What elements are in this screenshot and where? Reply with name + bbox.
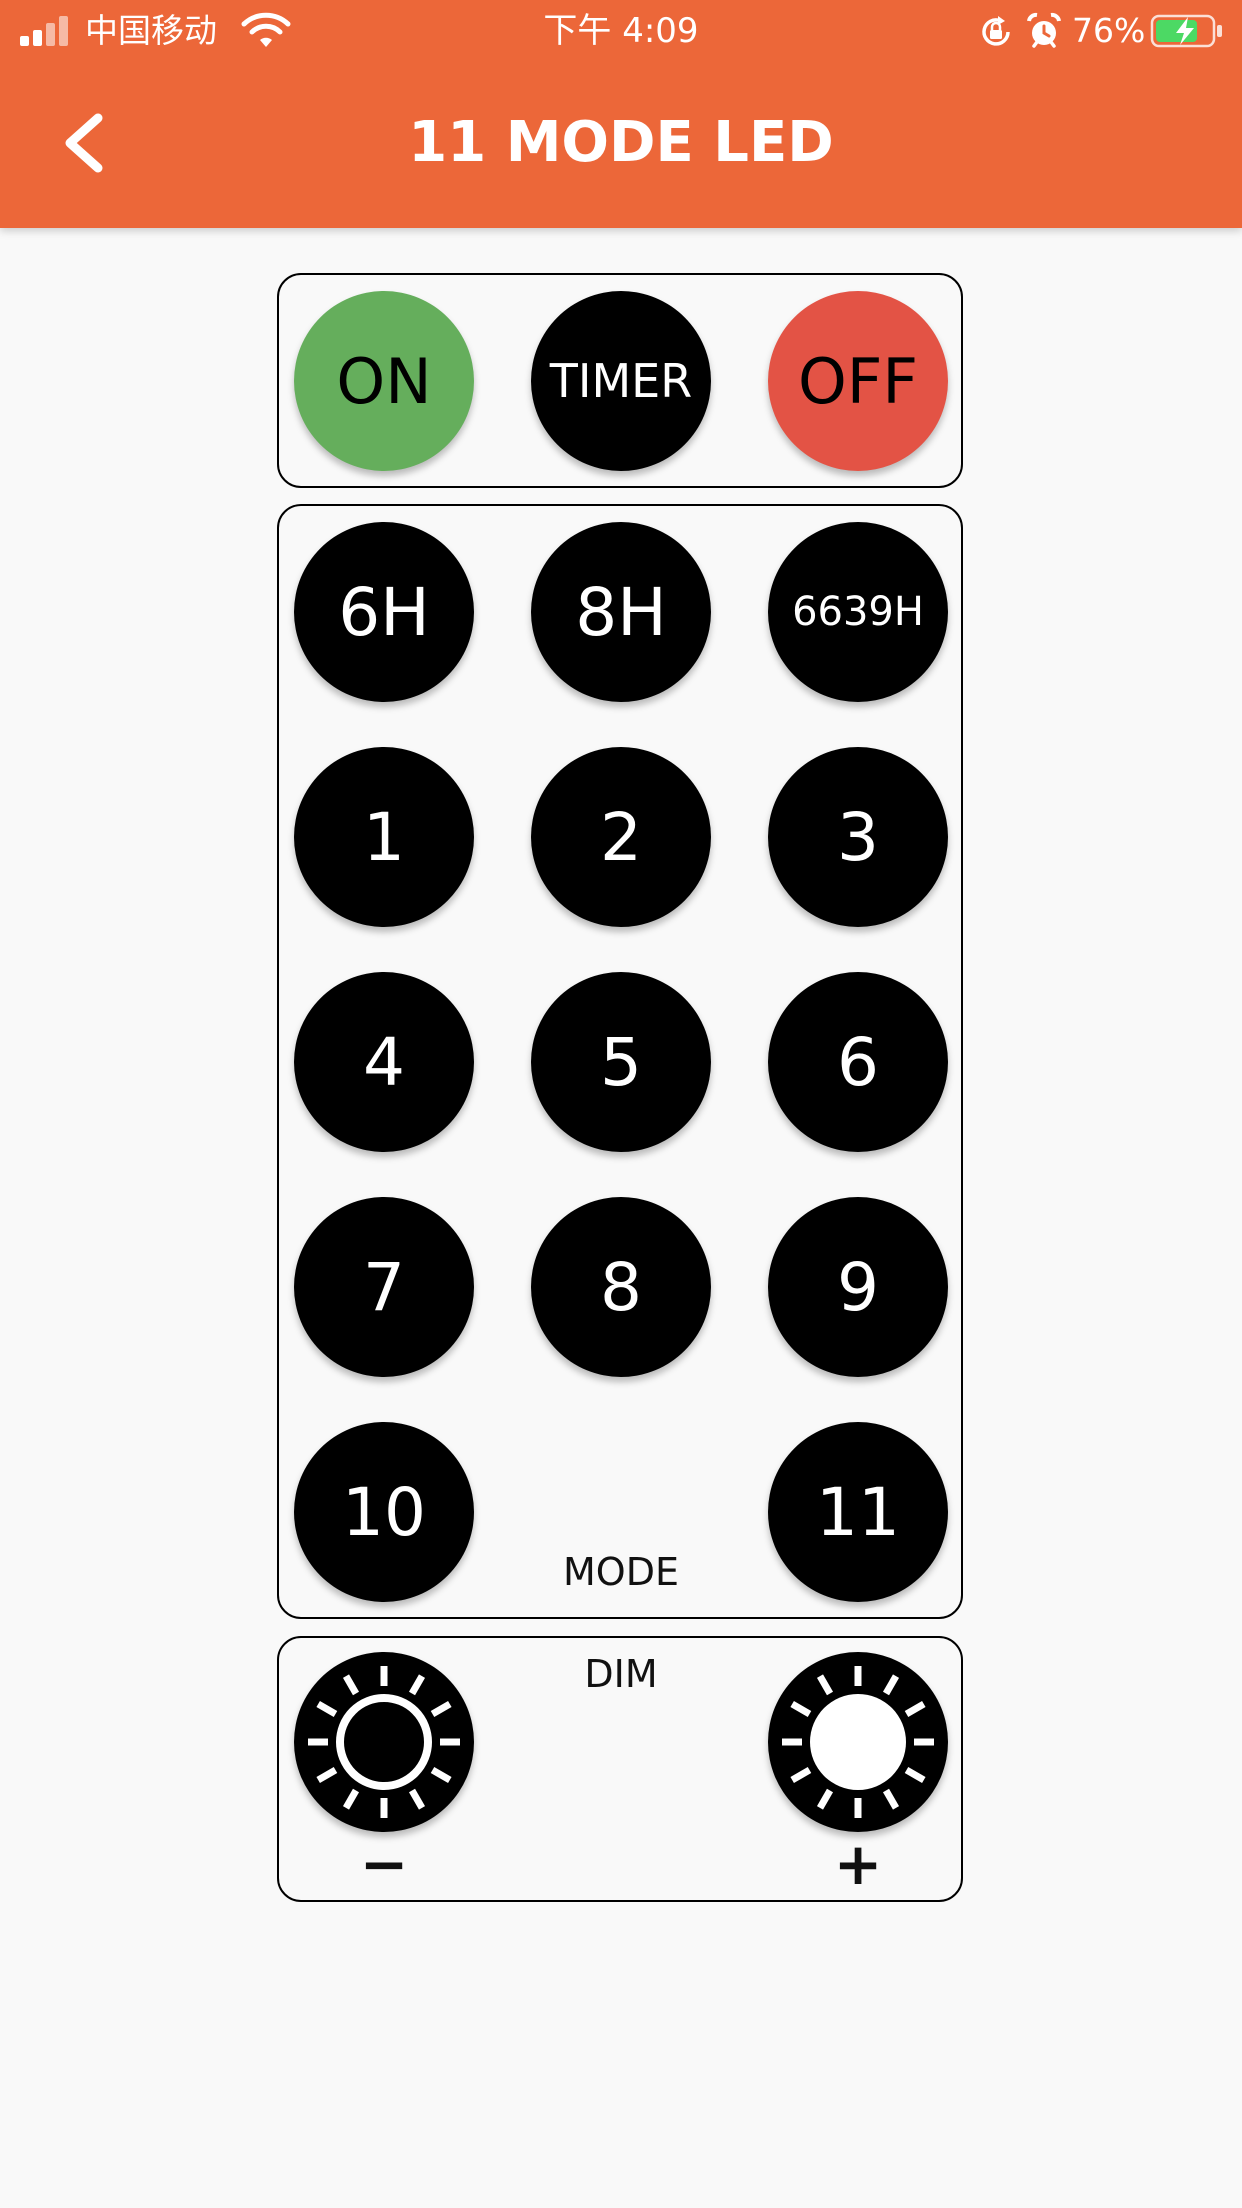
mode-9-button[interactable]: 9 [768,1197,948,1377]
app-header: 中国移动 下午 4:09 76% 11 MODE LED [0,0,1242,228]
mode-3-button[interactable]: 3 [768,747,948,927]
mode-1-button[interactable]: 1 [294,747,474,927]
mode-6-button[interactable]: 6 [768,972,948,1152]
battery-percentage: 76% [1072,11,1146,50]
on-button[interactable]: ON [294,291,474,471]
mode-4-button[interactable]: 4 [294,972,474,1152]
mode-7-button[interactable]: 7 [294,1197,474,1377]
mode-8-button[interactable]: 8 [531,1197,711,1377]
alarm-icon [1027,12,1061,48]
orientation-lock-icon [982,16,1010,46]
timer-6639h-button[interactable]: 6639H [768,522,948,702]
mode-5-button[interactable]: 5 [531,972,711,1152]
dim-down-button[interactable] [294,1652,474,1832]
mode-label: MODE [563,1550,679,1594]
dim-up-button[interactable] [768,1652,948,1832]
off-button[interactable]: OFF [768,291,948,471]
mode-10-button[interactable]: 10 [294,1422,474,1602]
timer-button[interactable]: TIMER [531,291,711,471]
brightness-up-icon [782,1666,934,1818]
brightness-down-icon [308,1666,460,1818]
mode-11-button[interactable]: 11 [768,1422,948,1602]
dim-plus-label: + [833,1830,883,1898]
dim-label: DIM [584,1652,658,1696]
dim-minus-label: − [359,1830,409,1898]
timer-8h-button[interactable]: 8H [531,522,711,702]
mode-2-button[interactable]: 2 [531,747,711,927]
status-bar: 中国移动 下午 4:09 76% [0,0,1242,62]
timer-6h-button[interactable]: 6H [294,522,474,702]
page-title: 11 MODE LED [408,110,834,175]
battery-charging-icon [1150,14,1222,48]
